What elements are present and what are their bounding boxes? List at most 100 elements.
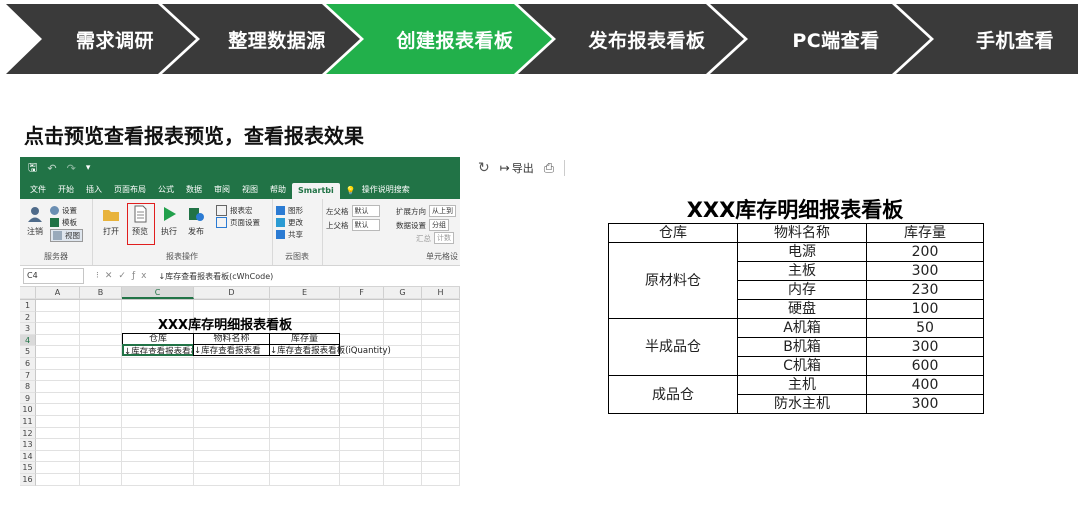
row-header[interactable]: 6 [20, 357, 36, 370]
column-header-g[interactable]: G [384, 287, 422, 299]
grid-cell[interactable] [384, 439, 422, 451]
grid-cell[interactable] [80, 311, 122, 324]
grid-cell[interactable] [270, 415, 340, 428]
quick-access-icon[interactable]: ▾ [86, 163, 91, 173]
grid-cell[interactable] [270, 473, 340, 486]
row-header[interactable]: 13 [20, 439, 36, 451]
grid-cell[interactable] [340, 450, 384, 463]
column-header-c[interactable]: C [122, 287, 194, 299]
row-header[interactable]: 7 [20, 369, 36, 382]
tab-help[interactable]: 帮助 [264, 181, 292, 199]
grid-cell[interactable] [36, 427, 80, 440]
row-header[interactable]: 5 [20, 346, 36, 358]
row-header[interactable]: 11 [20, 415, 36, 428]
tab-page-layout[interactable]: 页面布局 [108, 181, 152, 199]
grid-cell[interactable] [340, 323, 384, 335]
column-header-h[interactable]: H [422, 287, 460, 299]
grid-cell[interactable] [80, 357, 122, 370]
undo-icon[interactable]: ↶ [47, 162, 56, 175]
grid-cell[interactable] [194, 462, 270, 474]
grid-cell[interactable] [122, 300, 194, 312]
tab-search[interactable]: 操作说明搜索 [356, 181, 416, 199]
grid-cell[interactable] [122, 450, 194, 463]
expand-dir-select[interactable]: 从上到 [429, 205, 456, 217]
grid-cell[interactable] [384, 381, 422, 393]
tab-formulas[interactable]: 公式 [152, 181, 180, 199]
grid-cell[interactable] [194, 392, 270, 405]
grid-cell[interactable] [270, 450, 340, 463]
tab-data[interactable]: 数据 [180, 181, 208, 199]
row-header[interactable]: 4 [20, 334, 36, 347]
grid-cell[interactable] [80, 300, 122, 312]
row-header[interactable]: 16 [20, 473, 36, 486]
grid-cell[interactable] [194, 415, 270, 428]
row-header[interactable]: 3 [20, 323, 36, 335]
refresh-icon[interactable]: ↻ [478, 160, 490, 176]
grid-cell[interactable] [270, 369, 340, 382]
save-icon[interactable]: 🖫 [28, 159, 37, 178]
grid-cell[interactable] [422, 473, 460, 486]
grid-cell[interactable] [340, 404, 384, 416]
tab-smartbi[interactable]: Smartbi [292, 183, 340, 199]
column-header-f[interactable]: F [340, 287, 384, 299]
tab-view[interactable]: 视图 [236, 181, 264, 199]
grid-cell[interactable] [194, 427, 270, 440]
grid-cell[interactable] [194, 381, 270, 393]
grid-cell[interactable] [36, 323, 80, 335]
tab-file[interactable]: 文件 [24, 181, 52, 199]
grid-cell[interactable] [422, 415, 460, 428]
execute-button[interactable]: 执行 [160, 205, 178, 237]
grid-cell[interactable] [422, 300, 460, 312]
grid-cell[interactable] [422, 311, 460, 324]
grid-cell[interactable] [422, 427, 460, 440]
grid-cell[interactable] [340, 300, 384, 312]
share-button[interactable]: 共享 [276, 229, 303, 240]
grid-cell[interactable] [422, 381, 460, 393]
grid-cell[interactable] [80, 473, 122, 486]
grid-cell[interactable] [36, 392, 80, 405]
grid-cell[interactable] [422, 323, 460, 335]
grid-cell[interactable] [340, 439, 384, 451]
grid-cell[interactable] [36, 439, 80, 451]
grid-cell[interactable] [384, 462, 422, 474]
grid-cell[interactable] [122, 439, 194, 451]
grid-cell[interactable] [270, 392, 340, 405]
grid-cell[interactable] [80, 404, 122, 416]
report-macro-button[interactable]: 报表宏 [216, 205, 253, 216]
column-header-b[interactable]: B [80, 287, 122, 299]
row-header[interactable]: 9 [20, 392, 36, 405]
grid-cell[interactable] [422, 346, 460, 358]
tab-review[interactable]: 审阅 [208, 181, 236, 199]
grid-cell[interactable] [340, 334, 384, 347]
grid-cell[interactable] [270, 300, 340, 312]
grid-cell[interactable] [80, 415, 122, 428]
grid-cell[interactable] [194, 439, 270, 451]
grid-cell[interactable] [422, 369, 460, 382]
row-header[interactable]: 15 [20, 462, 36, 474]
grid-cell[interactable] [36, 404, 80, 416]
grid-cell[interactable] [384, 300, 422, 312]
row-header[interactable]: 1 [20, 300, 36, 312]
grid-cell[interactable] [384, 427, 422, 440]
grid-cell[interactable] [36, 369, 80, 382]
grid-cell[interactable] [80, 369, 122, 382]
grid-cell[interactable] [194, 473, 270, 486]
grid-cell[interactable] [36, 381, 80, 393]
grid-cell[interactable] [36, 450, 80, 463]
select-all-corner[interactable] [20, 287, 36, 299]
grid-cell[interactable] [340, 473, 384, 486]
grid-cell[interactable] [384, 404, 422, 416]
grid-cell[interactable] [340, 415, 384, 428]
grid-cell[interactable] [36, 346, 80, 358]
grid-cell[interactable] [194, 369, 270, 382]
data-setting-select[interactable]: 分组 [429, 219, 449, 231]
tab-insert[interactable]: 插入 [80, 181, 108, 199]
grid-cell[interactable] [122, 462, 194, 474]
grid-cell[interactable] [422, 450, 460, 463]
grid-cell[interactable] [194, 450, 270, 463]
name-box[interactable]: C4 [23, 268, 84, 284]
grid-cell[interactable] [122, 404, 194, 416]
open-button[interactable]: 打开 [102, 205, 120, 237]
grid-cell[interactable] [384, 392, 422, 405]
grid-cell[interactable] [384, 369, 422, 382]
